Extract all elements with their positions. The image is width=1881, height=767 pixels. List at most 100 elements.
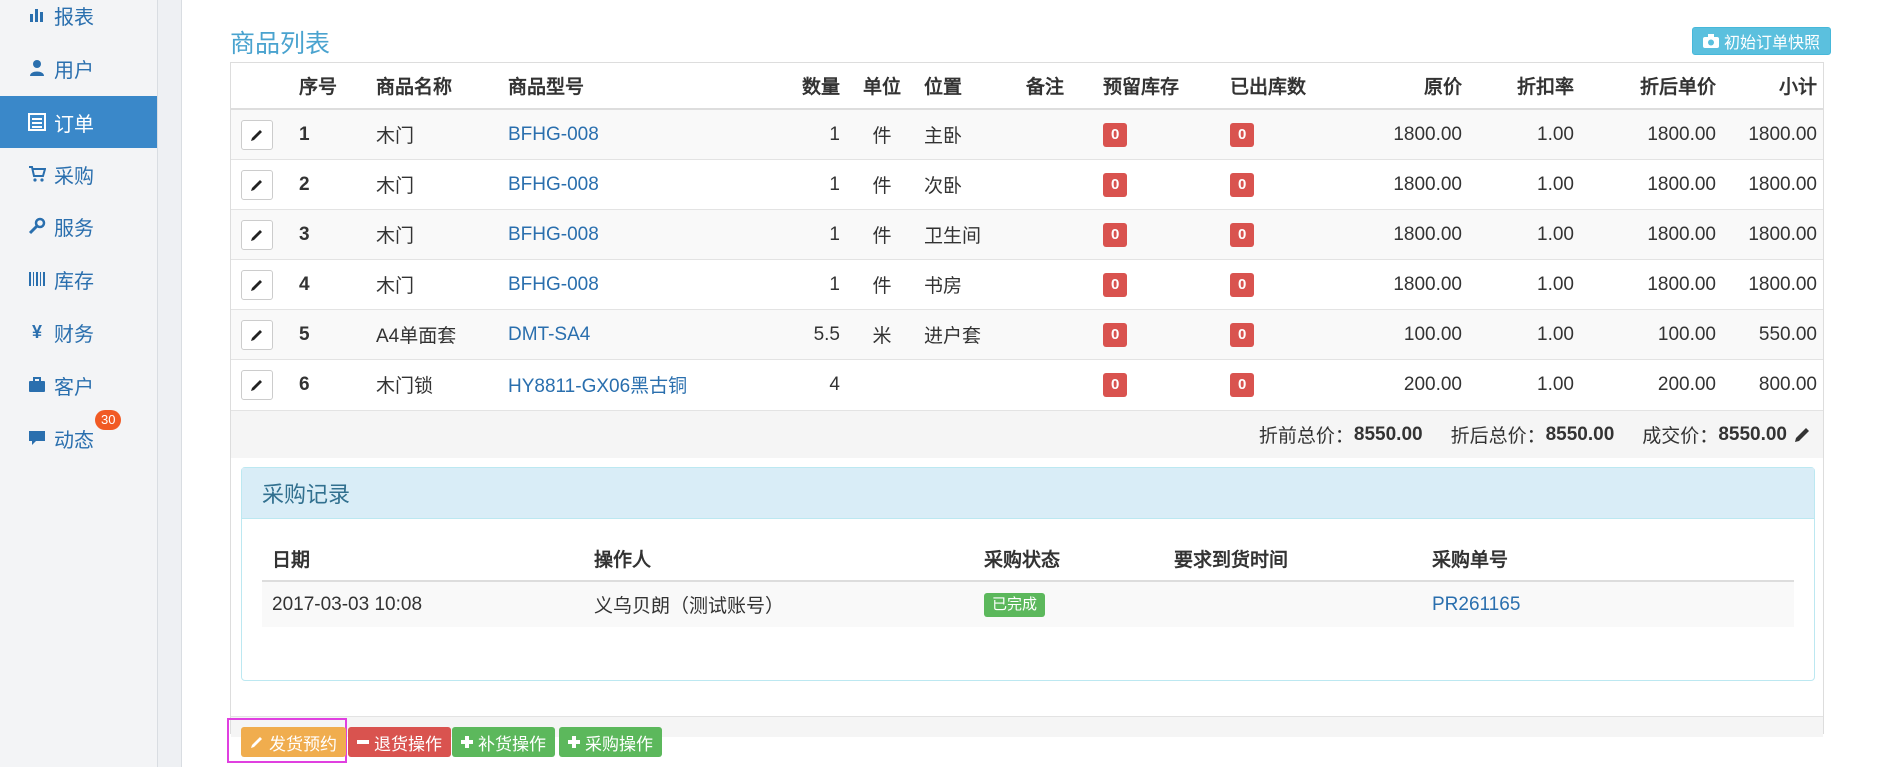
- purchase-records-panel: 采购记录 日期 操作人 采购状态 要求到货时间 采购单号 2017-03-03 …: [241, 467, 1815, 681]
- items-table: 序号 商品名称 商品型号 数量 单位 位置 备注 预留库存 已出库数 原价 折扣…: [231, 63, 1823, 409]
- col-unit-after: 折后单价: [1580, 63, 1722, 110]
- item-unit-after-cell: 200.00: [1580, 359, 1722, 409]
- sidebar-item-purchase[interactable]: 采购: [0, 148, 157, 200]
- item-shipped-cell: 0: [1224, 259, 1346, 310]
- yen-icon: ¥: [31, 321, 42, 342]
- col-model: 商品型号: [502, 63, 774, 110]
- sidebar-item-label: 服务: [54, 217, 94, 240]
- table-row: 2017-03-03 10:08 义乌贝朗（测试账号） 已完成 PR261165: [262, 581, 1794, 627]
- purchase-label: 采购操作: [585, 734, 653, 754]
- item-reserved-cell: 0: [1097, 209, 1224, 260]
- sidebar-item-label: 采购: [54, 165, 94, 188]
- item-discount-cell: 1.00: [1468, 359, 1580, 409]
- sidebar-item-customers[interactable]: 客户: [0, 359, 157, 411]
- purchase-button[interactable]: 采购操作: [559, 727, 662, 757]
- restock-label: 补货操作: [478, 734, 546, 754]
- edit-row-button[interactable]: [241, 119, 273, 150]
- model-link[interactable]: DMT-SA4: [508, 324, 590, 345]
- table-header-row: 日期 操作人 采购状态 要求到货时间 采购单号: [262, 536, 1794, 582]
- item-no-cell: 4: [293, 259, 370, 310]
- sidebar-item-finance[interactable]: ¥ 财务: [0, 306, 157, 358]
- restock-button[interactable]: 补货操作: [452, 727, 555, 757]
- table-row: 3 木门 BFHG-008 1 件卫生间 0 0 1800.00 1.00 1800.00 1800…: [231, 209, 1823, 260]
- col-unit: 单位: [846, 63, 918, 110]
- edit-cell: [231, 359, 293, 409]
- item-model-cell: DMT-SA4: [502, 309, 774, 360]
- item-model-cell: BFHG-008: [502, 108, 774, 160]
- item-discount-cell: 1.00: [1468, 209, 1580, 260]
- purchase-order-link[interactable]: PR261165: [1432, 594, 1520, 615]
- item-shipped-badge: 0: [1230, 372, 1255, 397]
- sidebar-item-reports[interactable]: 报表: [0, 0, 157, 41]
- item-price-cell: 1800.00: [1346, 259, 1468, 310]
- pencil-icon: [251, 279, 262, 291]
- table-header-row: 序号 商品名称 商品型号 数量 单位 位置 备注 预留库存 已出库数 原价 折扣…: [231, 63, 1823, 110]
- edit-cell: [231, 309, 293, 360]
- item-model-cell: HY8811-GX06黑古铜: [502, 359, 774, 409]
- item-note-cell: [1020, 259, 1097, 310]
- model-link[interactable]: BFHG-008: [508, 224, 599, 245]
- item-model-cell: BFHG-008: [502, 259, 774, 310]
- col-note: 备注: [1020, 63, 1097, 110]
- bar-chart-icon: [26, 4, 48, 26]
- deal-price-label: 成交价：: [1642, 426, 1719, 447]
- item-qty-cell: 1: [774, 259, 846, 310]
- item-location-cell: 进户套: [918, 309, 1020, 360]
- pencil-icon: [251, 179, 262, 191]
- item-price-cell: 200.00: [1346, 359, 1468, 409]
- model-link[interactable]: HY8811-GX06黑古铜: [508, 376, 687, 397]
- cart-icon: [26, 163, 48, 185]
- item-reserved-cell: 0: [1097, 309, 1224, 360]
- sidebar-item-label: 客户: [54, 376, 94, 399]
- edit-row-button[interactable]: [241, 269, 273, 300]
- model-link[interactable]: BFHG-008: [508, 274, 599, 295]
- item-reserved-badge: 0: [1103, 372, 1128, 397]
- total-before-value: 8550.00: [1353, 423, 1423, 445]
- item-note-cell: [1020, 209, 1097, 260]
- item-qty-cell: 4: [774, 359, 846, 409]
- table-row: 4 木门 BFHG-008 1 件书房 0 0 1800.00 1.00 1800.00 1800.…: [231, 259, 1823, 310]
- edit-row-button[interactable]: [241, 369, 273, 400]
- item-note-cell: [1020, 159, 1097, 210]
- col-name: 商品名称: [370, 63, 502, 110]
- sidebar-item-service[interactable]: 服务: [0, 200, 157, 252]
- item-shipped-badge: 0: [1230, 172, 1255, 197]
- item-no-cell: 6: [293, 359, 370, 409]
- item-unit-cell: 米: [846, 309, 918, 360]
- item-unit-after-cell: 1800.00: [1580, 159, 1722, 210]
- item-no-cell: 5: [293, 309, 370, 360]
- sidebar-item-orders[interactable]: 订单: [0, 96, 157, 148]
- sidebar-item-label: 报表: [54, 6, 94, 29]
- item-unit-cell: 件: [846, 259, 918, 310]
- item-note-cell: [1020, 309, 1097, 360]
- item-shipped-cell: 0: [1224, 108, 1346, 160]
- edit-row-button[interactable]: [241, 219, 273, 250]
- item-subtotal-cell: 1800.00: [1722, 209, 1823, 260]
- edit-row-button[interactable]: [241, 169, 273, 200]
- item-name-cell: 木门: [370, 159, 502, 210]
- sidebar-item-activity[interactable]: 动态 30: [0, 410, 157, 464]
- purchase-records-table: 日期 操作人 采购状态 要求到货时间 采购单号 2017-03-03 10:08…: [262, 536, 1794, 627]
- item-shipped-badge: 0: [1230, 222, 1255, 247]
- model-link[interactable]: BFHG-008: [508, 174, 599, 195]
- col-location: 位置: [918, 63, 1020, 110]
- plus-icon: [461, 736, 473, 748]
- return-button[interactable]: 退货操作: [348, 727, 451, 757]
- model-link[interactable]: BFHG-008: [508, 124, 599, 145]
- item-shipped-badge: 0: [1230, 322, 1255, 347]
- order-snapshot-button[interactable]: 初始订单快照: [1692, 27, 1832, 55]
- total-before-label: 折前总价：: [1258, 426, 1354, 447]
- edit-price-icon[interactable]: [1793, 426, 1811, 444]
- sidebar: 报表 用户 订单 采购 服务 库存 ¥ 财务 客户 动态 30: [0, 0, 158, 767]
- pencil-icon: [251, 329, 262, 341]
- sidebar-item-inventory[interactable]: 库存: [0, 253, 157, 305]
- item-location-cell: [918, 359, 1020, 409]
- item-unit-cell: 件: [846, 209, 918, 260]
- ship-booking-button[interactable]: 发货预约: [241, 727, 346, 757]
- sidebar-item-label: 财务: [54, 323, 94, 346]
- notification-badge: 30: [95, 410, 122, 430]
- edit-row-button[interactable]: [241, 319, 273, 350]
- briefcase-icon: [26, 374, 48, 396]
- item-qty-cell: 1: [774, 159, 846, 210]
- sidebar-item-users[interactable]: 用户: [0, 42, 157, 94]
